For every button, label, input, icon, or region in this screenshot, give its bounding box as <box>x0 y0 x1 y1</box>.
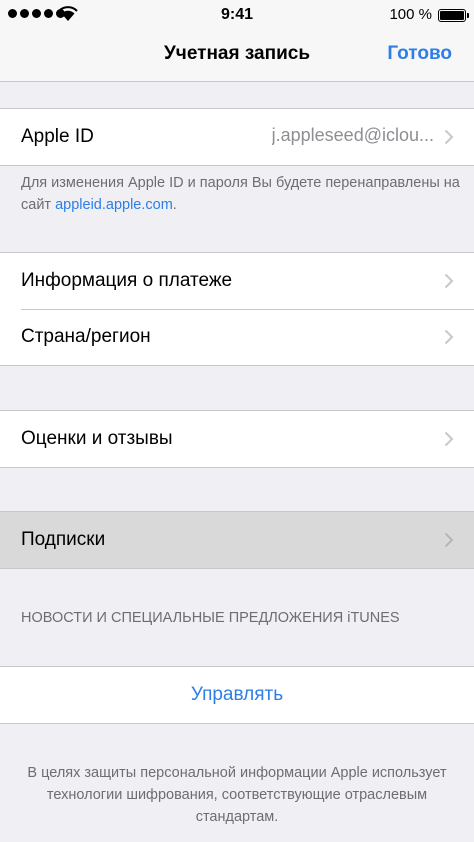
ratings-reviews-row[interactable]: Оценки и отзывы <box>0 411 474 467</box>
status-bar: 9:41 100 % <box>0 0 474 30</box>
apple-id-value: j.appleseed@iclou... <box>271 125 434 145</box>
subscriptions-group: Подписки <box>0 511 474 569</box>
apple-id-row[interactable]: Apple ID j.appleseed@iclou... <box>0 109 474 165</box>
manage-label: Управлять <box>190 684 284 705</box>
manage-group: Управлять <box>0 666 474 724</box>
apple-id-label: Apple ID <box>21 126 94 147</box>
apple-id-group: Apple ID j.appleseed@iclou... <box>0 108 474 166</box>
appleid-link[interactable]: appleid.apple.com <box>55 197 173 213</box>
security-footer: В целях защиты персональной информации A… <box>27 765 447 825</box>
news-section-header: НОВОСТИ И СПЕЦИАЛЬНЫЕ ПРЕДЛОЖЕНИЯ iTUNES <box>21 610 400 626</box>
country-region-row[interactable]: Страна/регион <box>0 309 474 365</box>
subscriptions-row[interactable]: Подписки <box>0 512 474 568</box>
ratings-reviews-label: Оценки и отзывы <box>21 428 173 449</box>
done-button[interactable]: Готово <box>387 43 452 65</box>
navigation-bar: Учетная запись Готово <box>0 30 474 82</box>
payment-info-row[interactable]: Информация о платеже <box>0 253 474 309</box>
battery-icon <box>438 9 469 22</box>
manage-button[interactable]: Управлять <box>0 667 474 723</box>
chevron-right-icon <box>444 431 454 447</box>
subscriptions-label: Подписки <box>21 529 106 550</box>
ratings-group: Оценки и отзывы <box>0 410 474 468</box>
apple-id-note-suffix: . <box>172 197 177 213</box>
chevron-right-icon <box>444 329 454 345</box>
chevron-right-icon <box>444 532 454 548</box>
chevron-right-icon <box>444 129 454 145</box>
battery-percentage: 100 % <box>389 6 432 23</box>
payment-info-label: Информация о платеже <box>21 270 233 291</box>
chevron-right-icon <box>444 273 454 289</box>
payment-group: Информация о платеже Страна/регион <box>0 252 474 366</box>
apple-id-note: Для изменения Apple ID и пароля Вы будет… <box>21 172 461 216</box>
country-region-label: Страна/регион <box>21 326 151 347</box>
